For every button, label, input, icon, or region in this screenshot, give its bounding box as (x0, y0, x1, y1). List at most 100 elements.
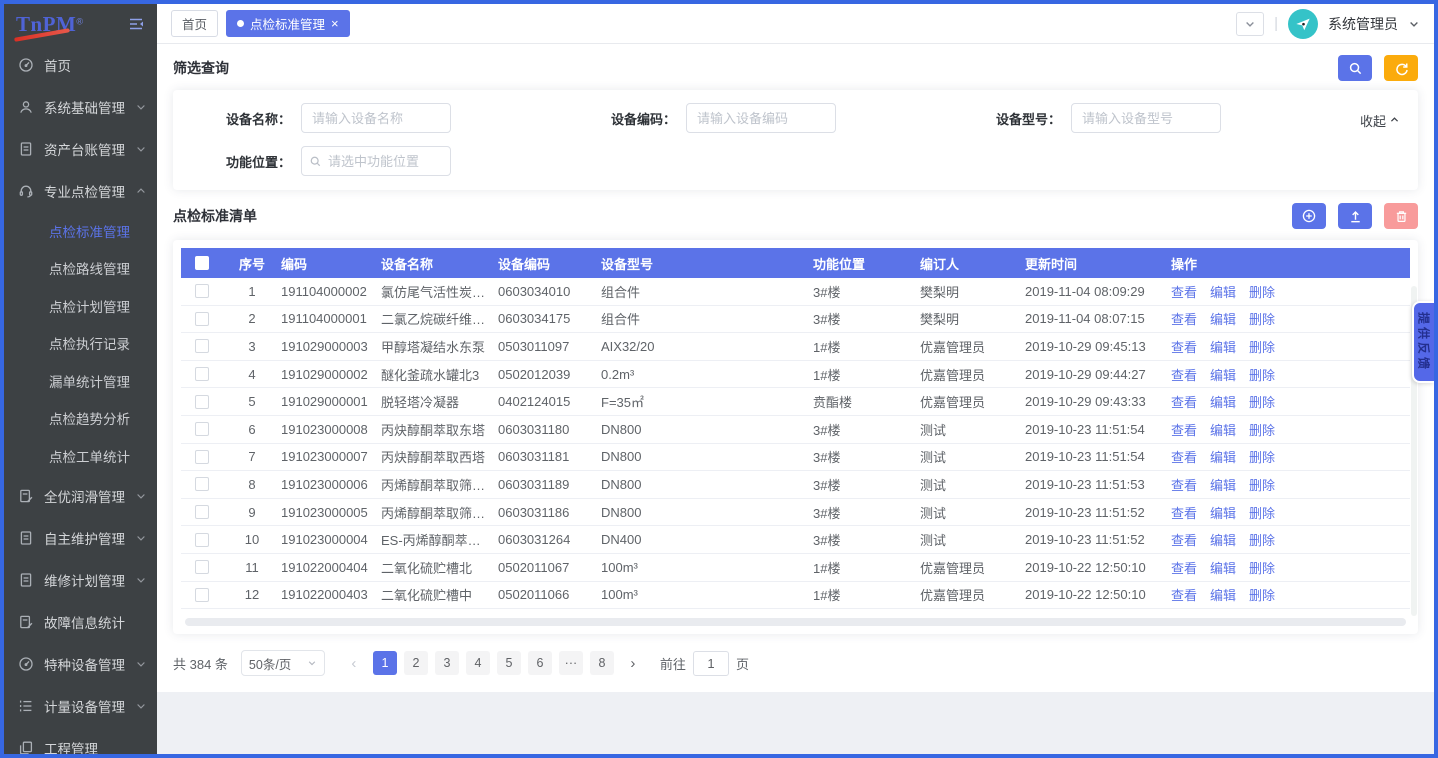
edit-link[interactable]: 编辑 (1210, 450, 1236, 465)
sidebar-subitem[interactable]: 点检执行记录 (4, 325, 157, 363)
page-button[interactable]: 4 (466, 651, 490, 675)
sidebar-item[interactable]: 故障信息统计 (4, 601, 157, 643)
sidebar-item[interactable]: 首页 (4, 44, 157, 86)
delete-link[interactable]: 删除 (1249, 533, 1275, 548)
delete-link[interactable]: 删除 (1249, 588, 1275, 603)
filter-text-input[interactable] (1071, 103, 1221, 133)
row-checkbox[interactable] (195, 533, 209, 547)
view-link[interactable]: 查看 (1171, 561, 1197, 576)
tab-active[interactable]: 点检标准管理× (226, 10, 350, 37)
delete-link[interactable]: 删除 (1249, 368, 1275, 383)
page-button[interactable]: 8 (590, 651, 614, 675)
tab-list-dropdown-button[interactable] (1236, 12, 1264, 36)
view-link[interactable]: 查看 (1171, 478, 1197, 493)
import-button[interactable] (1338, 203, 1372, 229)
sidebar-subitem[interactable]: 漏单统计管理 (4, 362, 157, 400)
sidebar-item[interactable]: 特种设备管理 (4, 643, 157, 685)
page-button[interactable]: 6 (528, 651, 552, 675)
view-link[interactable]: 查看 (1171, 423, 1197, 438)
collapse-filter-link[interactable]: 收起 (1360, 111, 1400, 130)
delete-link[interactable]: 删除 (1249, 285, 1275, 300)
view-link[interactable]: 查看 (1171, 395, 1197, 410)
sidebar-item[interactable]: 系统基础管理 (4, 86, 157, 128)
row-checkbox[interactable] (195, 312, 209, 326)
view-link[interactable]: 查看 (1171, 506, 1197, 521)
delete-link[interactable]: 删除 (1249, 340, 1275, 355)
edit-link[interactable]: 编辑 (1210, 478, 1236, 493)
filter-text-input[interactable] (686, 103, 836, 133)
edit-link[interactable]: 编辑 (1210, 423, 1236, 438)
refresh-button[interactable] (1384, 55, 1418, 81)
user-name[interactable]: 系统管理员 (1328, 14, 1398, 34)
filter-text-input[interactable] (301, 103, 451, 133)
edit-link[interactable]: 编辑 (1210, 368, 1236, 383)
row-checkbox[interactable] (195, 560, 209, 574)
view-link[interactable]: 查看 (1171, 285, 1197, 300)
delete-link[interactable]: 删除 (1249, 478, 1275, 493)
view-link[interactable]: 查看 (1171, 340, 1197, 355)
search-button[interactable] (1338, 55, 1372, 81)
sidebar-subitem[interactable]: 点检工单统计 (4, 437, 157, 475)
row-checkbox[interactable] (195, 450, 209, 464)
sidebar-item[interactable]: 全优润滑管理 (4, 475, 157, 517)
sidebar-item[interactable]: 工程管理 (4, 727, 157, 755)
row-checkbox[interactable] (195, 395, 209, 409)
row-checkbox[interactable] (195, 422, 209, 436)
feedback-tab[interactable]: 提供反馈 (1412, 301, 1434, 383)
delete-link[interactable]: 删除 (1249, 450, 1275, 465)
select-all-checkbox[interactable] (195, 256, 209, 270)
edit-link[interactable]: 编辑 (1210, 588, 1236, 603)
goto-page-input[interactable] (693, 651, 729, 676)
view-link[interactable]: 查看 (1171, 312, 1197, 327)
page-button[interactable]: 2 (404, 651, 428, 675)
row-checkbox[interactable] (195, 339, 209, 353)
delete-link[interactable]: 删除 (1249, 561, 1275, 576)
close-icon[interactable]: × (331, 17, 339, 30)
page-ellipsis[interactable]: ··· (559, 651, 583, 675)
view-link[interactable]: 查看 (1171, 588, 1197, 603)
row-checkbox[interactable] (195, 367, 209, 381)
sidebar-item[interactable]: 资产台账管理 (4, 128, 157, 170)
sidebar-item[interactable]: 维修计划管理 (4, 559, 157, 601)
sidebar-item[interactable]: 计量设备管理 (4, 685, 157, 727)
view-link[interactable]: 查看 (1171, 533, 1197, 548)
row-checkbox[interactable] (195, 505, 209, 519)
delete-link[interactable]: 删除 (1249, 312, 1275, 327)
function-location-input[interactable] (301, 146, 451, 176)
row-checkbox[interactable] (195, 284, 209, 298)
row-checkbox[interactable] (195, 588, 209, 602)
delete-link[interactable]: 删除 (1249, 506, 1275, 521)
page-button[interactable]: 5 (497, 651, 521, 675)
add-button[interactable] (1292, 203, 1326, 229)
edit-link[interactable]: 编辑 (1210, 285, 1236, 300)
delete-link[interactable]: 删除 (1249, 423, 1275, 438)
sidebar-item[interactable]: 自主维护管理 (4, 517, 157, 559)
edit-link[interactable]: 编辑 (1210, 340, 1236, 355)
user-avatar[interactable] (1288, 9, 1318, 39)
sidebar-subitem[interactable]: 点检标准管理 (4, 212, 157, 250)
delete-link[interactable]: 删除 (1249, 395, 1275, 410)
sidebar-collapse-icon[interactable] (127, 15, 145, 33)
page-button[interactable]: 1 (373, 651, 397, 675)
sidebar-subitem[interactable]: 点检路线管理 (4, 250, 157, 288)
edit-link[interactable]: 编辑 (1210, 506, 1236, 521)
edit-link[interactable]: 编辑 (1210, 395, 1236, 410)
row-checkbox[interactable] (195, 477, 209, 491)
sidebar-item[interactable]: 专业点检管理 (4, 170, 157, 212)
cell-code: 191022000404 (281, 560, 381, 575)
user-menu-chevron-down-icon[interactable] (1408, 18, 1420, 30)
edit-link[interactable]: 编辑 (1210, 561, 1236, 576)
edit-link[interactable]: 编辑 (1210, 533, 1236, 548)
page-button[interactable]: 3 (435, 651, 459, 675)
horizontal-scrollbar[interactable] (185, 618, 1406, 626)
page-size-select[interactable]: 50条/页 (241, 650, 325, 676)
next-page-button[interactable]: › (621, 651, 645, 675)
sidebar-subitem[interactable]: 点检趋势分析 (4, 400, 157, 438)
tab-item[interactable]: 首页 (171, 10, 218, 37)
edit-link[interactable]: 编辑 (1210, 312, 1236, 327)
sidebar-subitem[interactable]: 点检计划管理 (4, 287, 157, 325)
prev-page-button[interactable]: ‹ (342, 651, 366, 675)
view-link[interactable]: 查看 (1171, 450, 1197, 465)
delete-button[interactable] (1384, 203, 1418, 229)
view-link[interactable]: 查看 (1171, 368, 1197, 383)
